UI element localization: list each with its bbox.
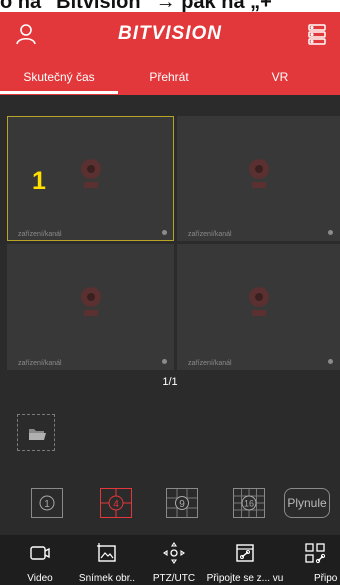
camera-placeholder-icon bbox=[80, 287, 101, 316]
channel-number: 1 bbox=[32, 167, 46, 195]
channel-cell-3[interactable]: zařízení/kanál bbox=[7, 244, 174, 370]
tab-vr[interactable]: VR bbox=[220, 70, 340, 84]
brand-logo: BITVISION bbox=[117, 23, 222, 44]
channel-label: zařízení/kanál bbox=[18, 360, 62, 367]
tab-playback[interactable]: Přehrát bbox=[118, 70, 220, 84]
connect-button[interactable]: Připojte se z... vu bbox=[204, 535, 286, 585]
status-dot bbox=[162, 359, 167, 364]
tab-live[interactable]: Skutečný čas bbox=[0, 70, 118, 84]
connect-icon bbox=[236, 544, 254, 562]
stream-quality-button[interactable]: Plynule bbox=[284, 488, 330, 518]
status-dot bbox=[162, 230, 167, 235]
connect-label: Připojte se z... vu bbox=[206, 573, 284, 584]
layout-16-button[interactable]: 16 bbox=[233, 488, 265, 518]
page-indicator: 1/1 bbox=[162, 376, 178, 388]
camera-placeholder-icon bbox=[248, 158, 269, 188]
device-list-icon[interactable] bbox=[305, 22, 329, 46]
layout-4-icon: 4 bbox=[101, 489, 131, 517]
top-strip-text: o na "Bitvision" → pak na „+“ bbox=[0, 0, 282, 12]
ptz-button[interactable]: PTZ/UTC bbox=[146, 535, 202, 585]
camera-placeholder-icon bbox=[248, 287, 269, 316]
status-dot bbox=[328, 230, 333, 235]
layout-1-icon: 1 bbox=[39, 495, 55, 511]
link-icon bbox=[305, 543, 326, 564]
video-icon bbox=[30, 546, 50, 560]
channel-cell-4[interactable]: zařízení/kanál bbox=[177, 244, 340, 370]
layout-toolbar: 1 4 9 16 Plynule bbox=[0, 472, 340, 532]
ptz-label: PTZ/UTC bbox=[152, 573, 196, 584]
layout-9-icon: 9 bbox=[167, 489, 197, 517]
layout-4-button[interactable]: 4 bbox=[100, 488, 132, 518]
tab-bar: Skutečný čas Přehrát VR bbox=[0, 62, 340, 95]
channel-label: zařízení/kanál bbox=[188, 231, 232, 238]
link-label: Připo bbox=[314, 573, 338, 584]
app-header: BITVISION Skutečný čas Přehrát VR bbox=[0, 12, 340, 95]
layout-16-icon: 16 bbox=[234, 489, 264, 517]
top-strip: o na "Bitvision" → pak na „+“ bbox=[0, 0, 340, 12]
active-tab-indicator bbox=[0, 91, 118, 94]
folder-icon bbox=[29, 429, 46, 440]
channel-label: zařízení/kanál bbox=[188, 360, 232, 367]
channel-label: zařízení/kanál bbox=[18, 231, 62, 238]
channel-cell-2[interactable]: zařízení/kanál bbox=[177, 116, 340, 241]
bottom-toolbar: Video Snímek obr.. PTZ/UTC Připojte se z… bbox=[0, 535, 340, 585]
snapshot-button[interactable]: Snímek obr.. bbox=[70, 535, 144, 585]
status-dot bbox=[328, 359, 333, 364]
svg-text:1: 1 bbox=[44, 499, 50, 510]
ptz-icon bbox=[163, 542, 185, 564]
snapshot-icon bbox=[97, 543, 116, 562]
layout-9-button[interactable]: 9 bbox=[166, 488, 198, 518]
snapshot-label: Snímek obr.. bbox=[78, 573, 136, 584]
channel-cell-1[interactable]: 1 zařízení/kanál bbox=[7, 116, 174, 241]
layout-1-button[interactable]: 1 bbox=[31, 488, 63, 518]
svg-text:16: 16 bbox=[244, 499, 254, 509]
svg-text:9: 9 bbox=[179, 499, 185, 510]
camera-placeholder-icon bbox=[80, 158, 101, 188]
open-folder-button[interactable] bbox=[17, 414, 55, 451]
channel-grid: 1 zařízení/kanál zařízení/kanál zařízení… bbox=[0, 116, 340, 370]
link-button[interactable]: Připo bbox=[290, 535, 340, 585]
svg-text:4: 4 bbox=[113, 499, 119, 510]
video-button[interactable]: Video bbox=[0, 535, 80, 585]
video-label: Video bbox=[27, 573, 53, 584]
